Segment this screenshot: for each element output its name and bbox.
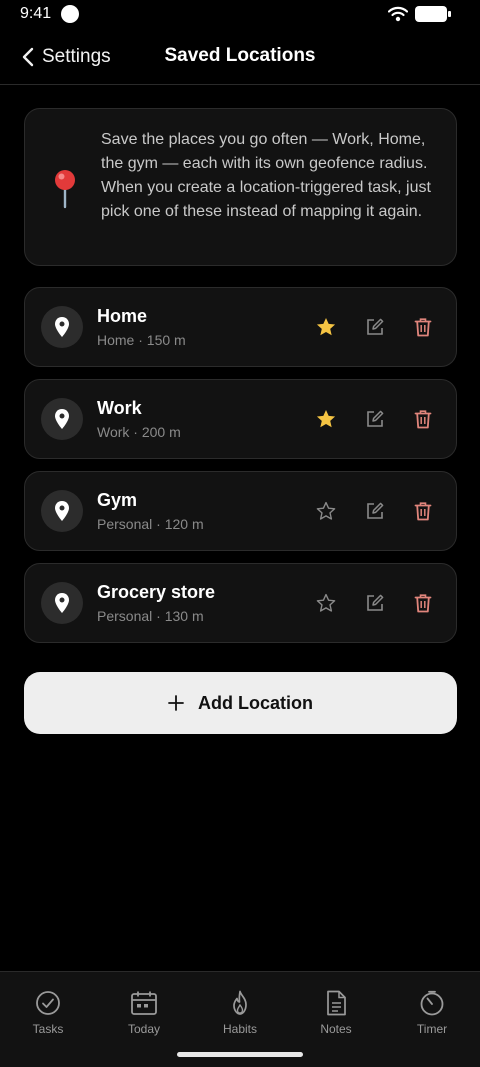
location-name: Home <box>97 306 148 326</box>
favorite-button[interactable] <box>314 315 338 339</box>
location-avatar <box>41 306 83 348</box>
favorite-button[interactable] <box>314 591 338 615</box>
tab-label: Tasks <box>32 1022 64 1036</box>
status-time: 9:41 <box>20 5 52 22</box>
location-meta: Work · 200 m <box>97 424 181 440</box>
map-pin-icon <box>55 317 69 337</box>
battery-icon <box>415 6 451 22</box>
wifi-icon <box>388 6 408 22</box>
trash-icon <box>414 502 432 521</box>
location-avatar <box>41 490 83 532</box>
pushpin-icon <box>55 170 75 209</box>
edit-icon <box>367 318 384 335</box>
info-card: Save the places you go often — Work, Hom… <box>24 108 457 266</box>
tab-habits[interactable]: Habits <box>192 990 288 1040</box>
add-location-label: Add Location <box>198 692 313 713</box>
edit-icon <box>367 594 384 611</box>
location-card[interactable]: Grocery store Personal · 130 m <box>24 563 457 643</box>
plus-icon <box>168 695 184 711</box>
trash-icon <box>414 594 432 613</box>
location-name: Work <box>97 398 142 418</box>
favorite-button[interactable] <box>314 499 338 523</box>
flame-icon <box>233 990 247 1015</box>
edit-button[interactable] <box>363 315 387 339</box>
page-title: Saved Locations <box>164 45 316 66</box>
location-avatar <box>41 582 83 624</box>
edit-button[interactable] <box>363 591 387 615</box>
map-pin-icon <box>55 501 69 521</box>
edit-button[interactable] <box>363 499 387 523</box>
timer-icon <box>420 990 444 1016</box>
tab-label: Timer <box>416 1022 448 1036</box>
star-outline-icon <box>316 593 336 612</box>
bottom-tab-bar: Tasks Today Habits Notes Timer <box>0 971 480 1067</box>
check-circle-icon <box>36 991 60 1015</box>
location-name: Grocery store <box>97 582 216 602</box>
add-location-button[interactable]: Add Location <box>24 672 457 734</box>
trash-icon <box>414 410 432 429</box>
tab-timer[interactable]: Timer <box>384 990 480 1040</box>
tab-notes[interactable]: Notes <box>288 990 384 1040</box>
location-name: Gym <box>97 490 138 510</box>
notification-dot-icon <box>61 5 79 23</box>
star-filled-icon <box>316 318 336 336</box>
edit-icon <box>367 410 384 427</box>
document-icon <box>327 990 346 1016</box>
edit-icon <box>367 502 384 519</box>
info-text: Save the places you go often — Work, Hom… <box>101 131 431 220</box>
calendar-icon <box>131 991 157 1015</box>
map-pin-icon <box>55 593 69 613</box>
tab-today[interactable]: Today <box>96 990 192 1040</box>
location-card[interactable]: Work Work · 200 m <box>24 379 457 459</box>
location-avatar <box>41 398 83 440</box>
status-bar: 9:41 <box>0 0 480 30</box>
location-meta: Personal · 120 m <box>97 516 204 532</box>
delete-button[interactable] <box>411 315 435 339</box>
home-indicator <box>177 1052 303 1057</box>
trash-icon <box>414 318 432 337</box>
edit-button[interactable] <box>363 407 387 431</box>
tab-label: Today <box>127 1022 161 1036</box>
delete-button[interactable] <box>411 407 435 431</box>
location-meta: Personal · 130 m <box>97 608 204 624</box>
star-filled-icon <box>316 410 336 428</box>
tab-label: Notes <box>320 1022 352 1036</box>
delete-button[interactable] <box>411 499 435 523</box>
star-outline-icon <box>316 501 336 520</box>
tab-tasks[interactable]: Tasks <box>0 990 96 1040</box>
map-pin-icon <box>55 409 69 429</box>
app-header: Settings Saved Locations <box>0 30 480 85</box>
location-card[interactable]: Gym Personal · 120 m <box>24 471 457 551</box>
location-card[interactable]: Home Home · 150 m <box>24 287 457 367</box>
favorite-button[interactable] <box>314 407 338 431</box>
delete-button[interactable] <box>411 591 435 615</box>
location-meta: Home · 150 m <box>97 332 186 348</box>
tab-label: Habits <box>222 1022 257 1036</box>
